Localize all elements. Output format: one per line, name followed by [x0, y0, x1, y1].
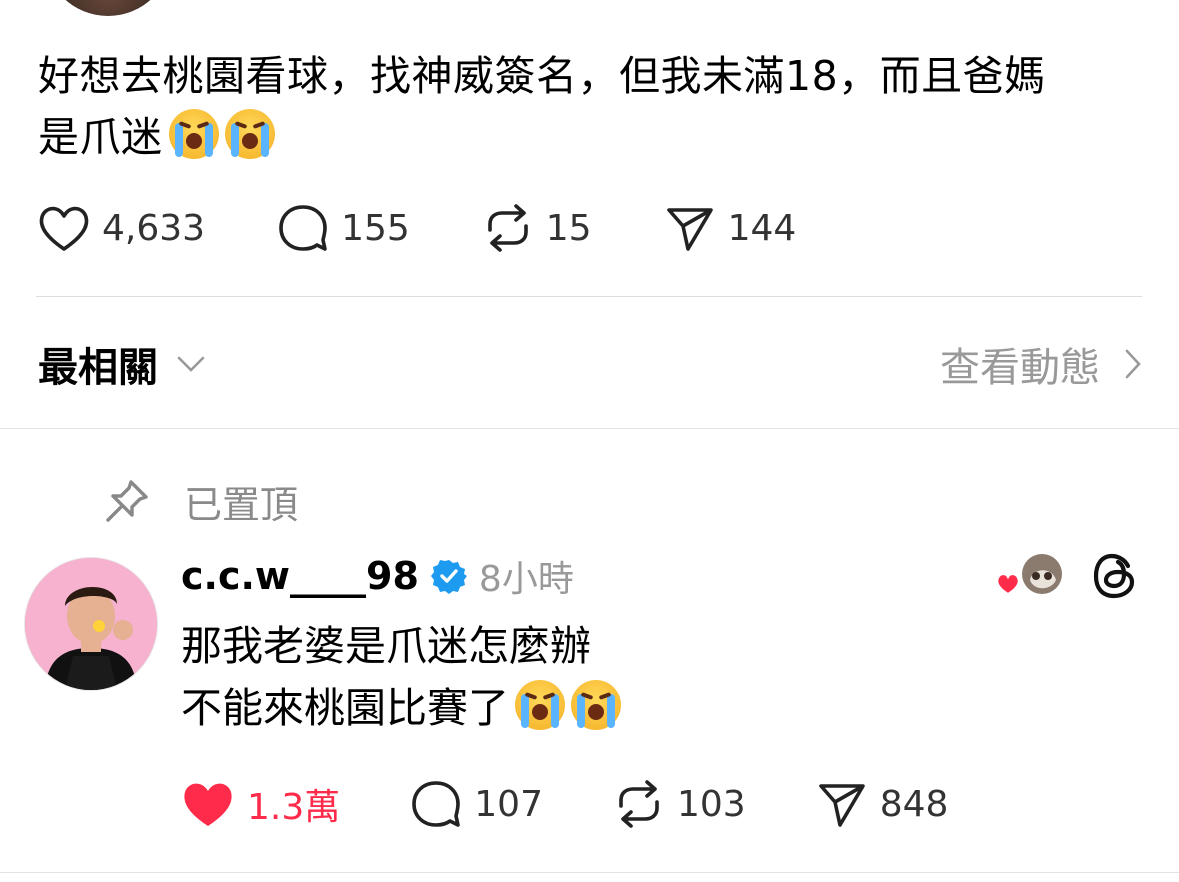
share-button[interactable]: 144 [664, 202, 797, 254]
send-icon [818, 784, 865, 827]
chevron-right-icon [1125, 349, 1141, 379]
divider [36, 296, 1142, 297]
liked-by-indicator[interactable] [996, 550, 1066, 602]
loudly-crying-face-icon [515, 680, 565, 730]
pinned-indicator: 已置頂 [104, 474, 298, 528]
repost-icon [619, 780, 659, 828]
reply-count: 155 [341, 207, 410, 249]
reply-text-line: 不能來桃園比賽了 [181, 684, 509, 732]
repost-count: 15 [545, 207, 592, 249]
repost-button[interactable]: 15 [482, 202, 592, 254]
pin-icon [106, 480, 148, 522]
verified-badge-icon [430, 560, 467, 594]
sort-dropdown[interactable]: 最相關 [38, 335, 206, 393]
divider [0, 428, 1179, 429]
post-text: 好想去桃園看球，找神威簽名，但我未滿18，而且爸媽 是爪迷 [38, 46, 1148, 168]
like-count: 1.3萬 [247, 787, 341, 828]
timestamp: 8小時 [478, 559, 574, 600]
loudly-crying-face-icon [571, 680, 621, 730]
like-button[interactable]: 4,633 [38, 204, 205, 252]
repost-button[interactable]: 103 [613, 778, 746, 830]
reply-button[interactable]: 155 [277, 202, 410, 254]
view-activity-label: 查看動態 [940, 345, 1100, 391]
share-count: 144 [727, 207, 797, 249]
loudly-crying-face-icon [168, 109, 219, 159]
post-actions: 4,633 155 15 144 [38, 198, 868, 258]
comment-bubble-icon [279, 205, 327, 251]
author-avatar[interactable] [44, 0, 172, 16]
reply-text: 那我老婆是爪迷怎麼辦 不能來桃園比賽了 [181, 615, 621, 739]
post-text-line: 是爪迷 [38, 113, 163, 161]
divider [0, 872, 1179, 873]
reply-actions: 1.3萬 107 103 848 [181, 774, 1018, 834]
share-button[interactable]: 848 [816, 778, 949, 830]
like-count: 4,633 [102, 207, 206, 249]
loudly-crying-face-icon [224, 109, 275, 159]
sort-row: 最相關 查看動態 [38, 336, 1142, 392]
sort-label: 最相關 [38, 345, 158, 391]
pinned-label: 已置頂 [184, 482, 299, 527]
chevron-down-icon [177, 356, 205, 372]
reply-text-line: 那我老婆是爪迷怎麼辦 [181, 622, 591, 670]
avatar[interactable] [24, 557, 158, 691]
reply-header: c.c.w____98 8小時 [181, 548, 574, 604]
repost-count: 103 [676, 783, 746, 825]
reply-button[interactable]: 107 [410, 778, 543, 830]
username[interactable]: c.c.w____98 [181, 554, 419, 598]
threads-logo-icon[interactable] [1092, 552, 1138, 604]
view-activity-link[interactable]: 查看動態 [940, 335, 1142, 393]
like-button[interactable]: 1.3萬 [181, 778, 340, 830]
heart-filled-icon [184, 783, 232, 826]
repost-icon [487, 204, 528, 252]
reply-count: 107 [474, 783, 543, 825]
post-text-line: 好想去桃園看球，找神威簽名，但我未滿18，而且爸媽 [38, 52, 1046, 100]
comment-bubble-icon [412, 781, 461, 827]
share-count: 848 [879, 783, 949, 825]
heart-icon [39, 206, 89, 251]
send-icon [666, 208, 713, 251]
